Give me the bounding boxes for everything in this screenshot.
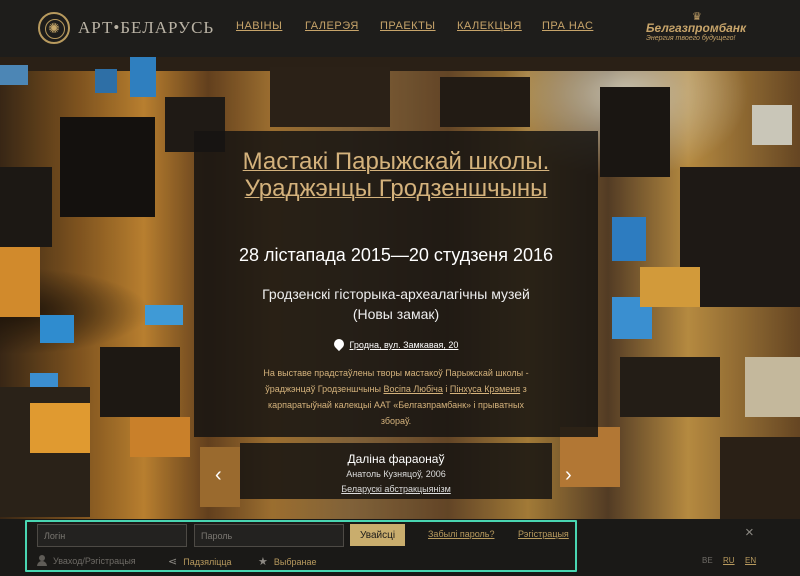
artwork-caption: Даліна фараонаў Анатоль Кузняцоў, 2006 Б…: [240, 443, 552, 499]
page: АРТ•БЕЛАРУСЬ НАВІНЫ ГАЛЕРЭЯ ПРАЕКТЫ КАЛЕ…: [0, 0, 800, 576]
artwork-author: Анатоль Кузняцоў, 2006: [346, 469, 446, 479]
lang-be[interactable]: BE: [702, 556, 713, 565]
lang-en[interactable]: EN: [745, 556, 756, 565]
site-header: АРТ•БЕЛАРУСЬ НАВІНЫ ГАЛЕРЭЯ ПРАЕКТЫ КАЛЕ…: [0, 0, 800, 57]
user-icon: [37, 555, 47, 566]
sponsor-slogan: Энергия твоего будущего!: [646, 35, 736, 42]
favorites-label: Выбранае: [273, 556, 317, 567]
login-button[interactable]: Увайсці: [350, 524, 405, 546]
sponsor-name: Белгазпромбанк: [646, 21, 747, 35]
desc-text-2: і: [442, 384, 450, 394]
exhibition-description: На выставе прадстаўлены творы мастакоў П…: [254, 365, 538, 429]
star-icon: ★: [258, 556, 268, 568]
site-logo[interactable]: АРТ•БЕЛАРУСЬ: [38, 12, 214, 44]
favorites-item[interactable]: ★ Выбранае: [258, 555, 317, 568]
nav-projects[interactable]: ПРАЕКТЫ: [380, 20, 436, 32]
artist-link-lyubich[interactable]: Восіпа Любіча: [383, 384, 442, 394]
next-arrow-icon[interactable]: ›: [565, 464, 572, 486]
nav-collection[interactable]: КАЛЕКЦЫЯ: [457, 20, 522, 32]
nav-gallery[interactable]: ГАЛЕРЭЯ: [305, 20, 359, 32]
close-icon[interactable]: ×: [745, 525, 754, 540]
exhibition-venue: Гродзенскі гісторыка-археалагічны музей …: [194, 284, 598, 324]
exhibition-panel: Мастакі Парыжскай школы. Ураджэнцы Гродз…: [194, 131, 598, 437]
artwork-collection-link[interactable]: Беларускі абстракцыянізм: [341, 484, 451, 494]
share-icon: ⋖: [168, 556, 178, 568]
password-input[interactable]: [194, 524, 344, 547]
login-register-item[interactable]: Уваход/Рэгістрацыя: [37, 555, 136, 566]
prev-arrow-icon[interactable]: ‹: [215, 464, 222, 486]
sponsor-logo[interactable]: ♛ Белгазпромбанк Энергия твоего будущего…: [646, 12, 758, 44]
artist-link-kremen[interactable]: Пінхуса Крэменя: [450, 384, 520, 394]
exhibition-address: Гродна, вул. Замкавая, 20: [194, 336, 598, 352]
login-input[interactable]: [37, 524, 187, 547]
exhibition-title[interactable]: Мастакі Парыжскай школы. Ураджэнцы Гродз…: [194, 148, 598, 202]
nav-about[interactable]: ПРА НАС: [542, 20, 593, 32]
artwork-title: Даліна фараонаў: [347, 452, 445, 466]
login-register-label: Уваход/Рэгістрацыя: [53, 555, 136, 566]
lang-ru[interactable]: RU: [723, 556, 735, 565]
forgot-password-link[interactable]: Забылі пароль?: [428, 529, 494, 539]
register-link[interactable]: Рэгістрацыя: [518, 529, 569, 539]
logo-text: АРТ•БЕЛАРУСЬ: [78, 18, 215, 37]
logo-emblem-icon: [38, 12, 70, 44]
share-label: Падзяліцца: [183, 556, 232, 567]
share-item[interactable]: ⋖ Падзяліцца: [168, 555, 232, 568]
venue-line-2: (Новы замак): [352, 306, 440, 322]
venue-line-1: Гродзенскі гісторыка-археалагічны музей: [262, 286, 530, 302]
address-link[interactable]: Гродна, вул. Замкавая, 20: [350, 340, 459, 350]
exhibition-dates: 28 лістапада 2015—20 студзеня 2016: [238, 245, 554, 265]
map-pin-icon: [331, 336, 346, 352]
nav-news[interactable]: НАВІНЫ: [236, 20, 282, 32]
